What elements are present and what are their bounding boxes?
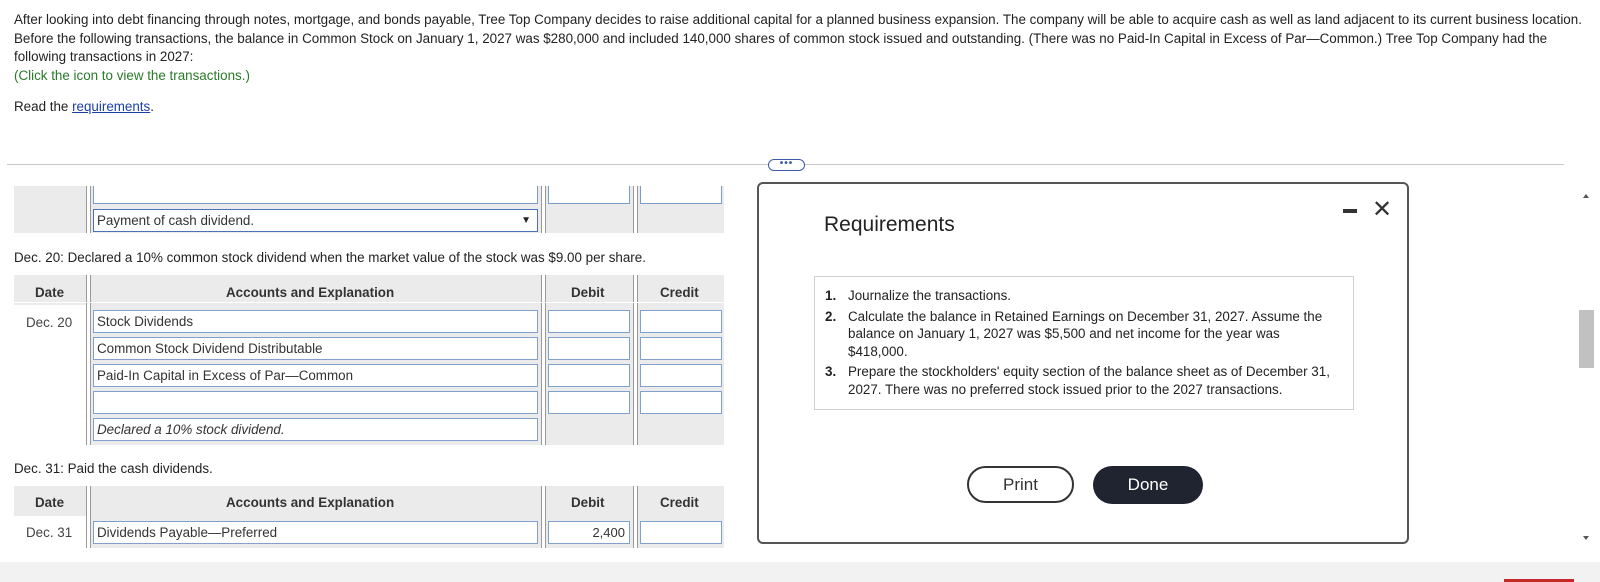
item-number: 1. (825, 288, 837, 303)
dec31-credit-row-1[interactable] (640, 521, 722, 544)
read-prefix: Read the (14, 99, 73, 114)
close-icon[interactable]: ✕ (1372, 198, 1392, 222)
explanation-select[interactable]: Payment of cash dividend. ▼ (93, 209, 538, 232)
dec20-account-row-3[interactable]: Paid-In Capital in Excess of Par—Common (93, 364, 538, 387)
column-separator (86, 186, 91, 233)
item-text: Prepare the stockholders' equity section… (848, 364, 1330, 397)
list-item: 2. Calculate the balance in Retained Earn… (825, 308, 1335, 361)
dec20-account-row-4[interactable] (93, 391, 538, 414)
item-text: Calculate the balance in Retained Earnin… (848, 308, 1323, 359)
dec31-date: Dec. 31 (26, 525, 73, 540)
item-number: 3. (825, 364, 837, 379)
col-header-date: Date (35, 495, 65, 510)
problem-intro: After looking into debt financing throug… (14, 11, 1584, 85)
dec20-account-row-1[interactable]: Stock Dividends (93, 310, 538, 333)
explanation-select-value: Payment of cash dividend. (97, 213, 255, 228)
intro-paragraph: After looking into debt financing throug… (14, 12, 1582, 64)
dec20-debit-row-2[interactable] (548, 337, 630, 360)
col-header-credit: Credit (660, 495, 699, 510)
column-separator (633, 186, 638, 233)
read-suffix: . (150, 99, 154, 114)
column-separator (633, 275, 638, 445)
dec20-credit-row-4[interactable] (640, 391, 722, 414)
footer-bar (0, 562, 1600, 582)
item-text: Journalize the transactions. (848, 288, 1012, 303)
column-separator (541, 275, 546, 445)
done-button[interactable]: Done (1093, 466, 1203, 504)
dec20-account-row-2[interactable]: Common Stock Dividend Distributable (93, 337, 538, 360)
column-separator (633, 486, 638, 548)
dec20-debit-row-4[interactable] (548, 391, 630, 414)
col-header-accounts: Accounts and Explanation (226, 285, 395, 300)
column-separator (541, 486, 546, 548)
prev-debit-input[interactable] (548, 186, 630, 204)
col-header-credit: Credit (660, 285, 699, 300)
column-separator (86, 486, 91, 548)
dec20-credit-row-3[interactable] (640, 364, 722, 387)
list-item: 3. Prepare the stockholders' equity secti… (825, 363, 1335, 398)
list-item: 1. Journalize the transactions. (825, 287, 1335, 305)
scrollbar-thumb[interactable] (1579, 310, 1594, 368)
column-separator (86, 275, 91, 445)
more-options-button[interactable]: ••• (768, 159, 805, 171)
dec31-description: Dec. 31: Paid the cash dividends. (14, 461, 213, 476)
read-requirements: Read the requirements. (14, 99, 154, 114)
col-header-debit: Debit (571, 495, 605, 510)
prev-account-input[interactable] (93, 186, 538, 204)
col-header-debit: Debit (571, 285, 605, 300)
col-header-accounts: Accounts and Explanation (226, 495, 395, 510)
dec20-description: Dec. 20: Declared a 10% common stock div… (14, 250, 646, 265)
dec31-account-row-1[interactable]: Dividends Payable—Preferred (93, 521, 538, 544)
requirements-dialog: Requirements ✕ 1. Journalize the transact… (757, 182, 1409, 544)
dropdown-arrow-icon[interactable]: ▼ (521, 215, 531, 226)
scroll-down-icon[interactable] (1583, 536, 1589, 540)
requirements-link[interactable]: requirements (72, 99, 150, 114)
dec20-debit-row-1[interactable] (548, 310, 630, 333)
dec31-debit-row-1[interactable]: 2,400 (548, 521, 630, 544)
transactions-hint[interactable]: (Click the icon to view the transactions… (14, 67, 1584, 86)
dec20-explanation[interactable]: Declared a 10% stock dividend. (93, 418, 538, 441)
print-button[interactable]: Print (967, 466, 1074, 503)
dec20-credit-row-2[interactable] (640, 337, 722, 360)
dec20-debit-row-3[interactable] (548, 364, 630, 387)
header-rule (14, 302, 724, 303)
scroll-up-icon[interactable] (1583, 194, 1589, 198)
minimize-icon[interactable] (1343, 209, 1357, 213)
dec20-date: Dec. 20 (26, 315, 73, 330)
dec20-credit-row-1[interactable] (640, 310, 722, 333)
column-separator (541, 186, 546, 233)
dialog-title: Requirements (824, 213, 955, 236)
requirements-list: 1. Journalize the transactions. 2. Calcula… (825, 287, 1335, 401)
item-number: 2. (825, 308, 837, 324)
requirements-list-box: 1. Journalize the transactions. 2. Calcula… (814, 276, 1354, 410)
col-header-date: Date (35, 285, 65, 300)
prev-credit-input[interactable] (640, 186, 722, 204)
